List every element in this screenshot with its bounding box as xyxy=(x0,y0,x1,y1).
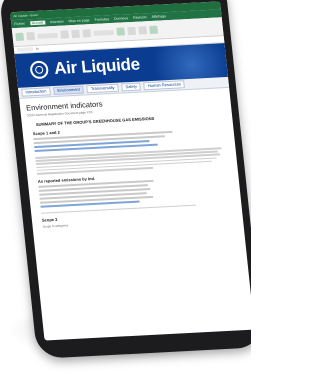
brand-name: Air Liquide xyxy=(53,54,141,78)
italic-icon[interactable] xyxy=(71,29,81,39)
document-body: Environment indicators 2023 Universal Re… xyxy=(19,88,243,234)
sort-icon[interactable] xyxy=(149,25,159,34)
font-selector[interactable] xyxy=(37,32,58,39)
nav-human-resources[interactable]: Human Resources xyxy=(143,80,186,91)
delete-icon[interactable] xyxy=(138,26,148,35)
tablet-device: Air Liquide - Excel Fichier Accueil Inse… xyxy=(0,0,251,359)
fx-icon: fx xyxy=(35,46,39,51)
product-scene: Air Liquide - Excel Fichier Accueil Inse… xyxy=(0,0,251,374)
insert-icon[interactable] xyxy=(127,26,137,36)
tab-insert[interactable]: Insertion xyxy=(50,20,64,25)
conditional-format-icon[interactable] xyxy=(116,27,126,36)
window-title: Air Liquide - Excel xyxy=(13,12,38,19)
tab-page-layout[interactable]: Mise en page xyxy=(68,18,89,23)
paste-icon[interactable] xyxy=(15,32,25,42)
underline-icon[interactable] xyxy=(82,29,92,38)
air-liquide-logo-icon xyxy=(29,60,50,80)
tab-data[interactable]: Données xyxy=(114,16,128,21)
nav-environment[interactable]: Environment xyxy=(53,85,85,96)
tab-review[interactable]: Révision xyxy=(133,15,147,20)
tab-home[interactable]: Accueil xyxy=(29,20,46,26)
tab-view[interactable]: Affichage xyxy=(151,14,166,19)
nav-safety[interactable]: Safety xyxy=(121,82,142,92)
tablet-screen: Air Liquide - Excel Fichier Accueil Inse… xyxy=(10,1,251,341)
cut-icon[interactable] xyxy=(26,32,36,41)
tab-formulas[interactable]: Formules xyxy=(94,17,109,22)
name-box[interactable] xyxy=(16,47,34,52)
nav-introduction[interactable]: Introduction xyxy=(21,87,51,97)
nav-transversally[interactable]: Transversally xyxy=(86,83,119,94)
tab-file[interactable]: Fichier xyxy=(14,22,25,27)
alignment-group[interactable] xyxy=(93,29,114,36)
bold-icon[interactable] xyxy=(60,30,70,39)
